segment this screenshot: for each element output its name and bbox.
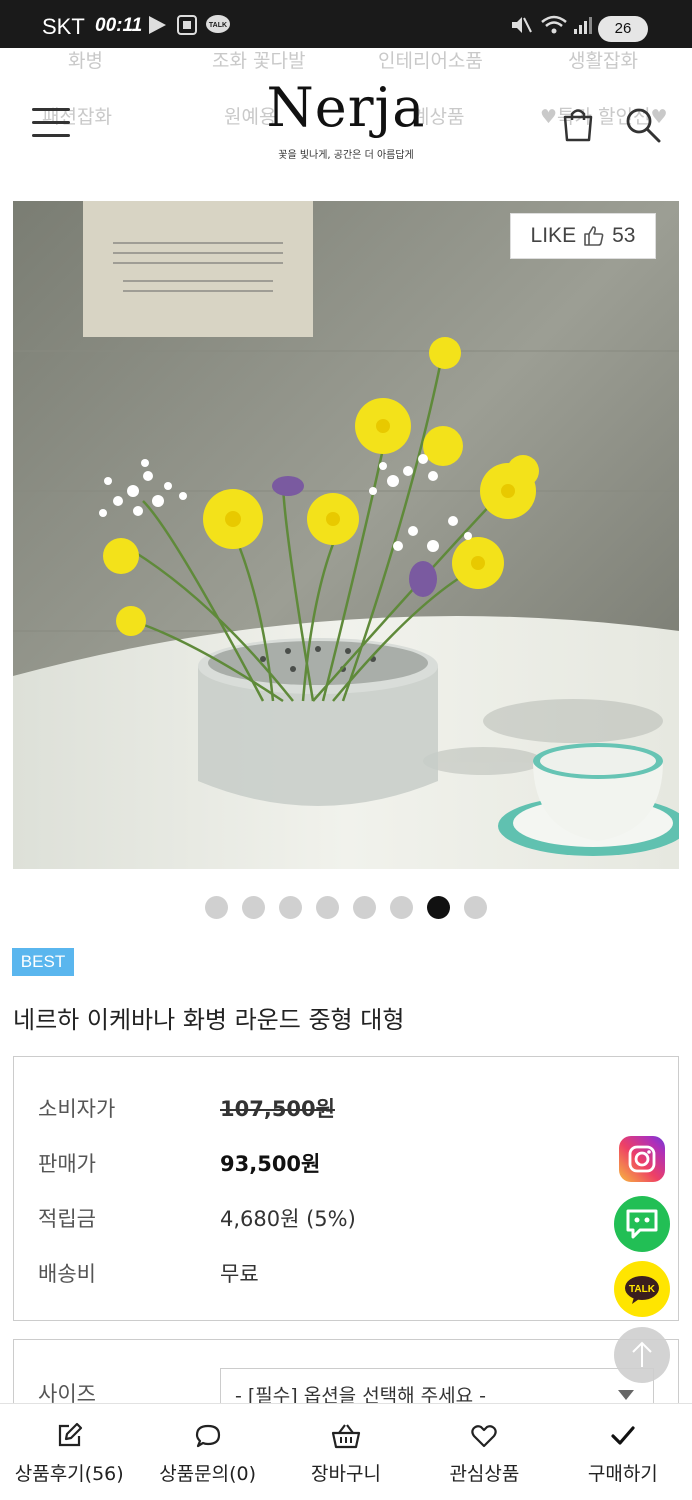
- site-header: 화병 조화 꽃다발 인테리어소품 생활잡화 패션잡화 원예용 계상품 ♥특가 할…: [0, 48, 692, 178]
- review-tab-label: 상품후기(56): [14, 1463, 124, 1485]
- kakaotalk-notification-icon: TALK: [206, 15, 230, 33]
- instagram-button[interactable]: [619, 1136, 665, 1182]
- price-info-box: 소비자가 107,500원 판매가 93,500원 적립금 4,680원 (5%…: [13, 1056, 679, 1321]
- edit-icon: [59, 1422, 83, 1447]
- pagination-dot[interactable]: [205, 896, 228, 919]
- price-row-shipping: 배송비 무료: [38, 1258, 638, 1288]
- pagination-dot[interactable]: [427, 896, 450, 919]
- retail-price-label: 소비자가: [38, 1097, 116, 1121]
- price-row-sale: 판매가 93,500원: [38, 1148, 638, 1178]
- product-photo[interactable]: LIKE 53: [13, 201, 679, 869]
- shipping-value: 무료: [220, 1262, 259, 1286]
- image-pagination: [0, 896, 692, 919]
- sale-price-value: 93,500원: [220, 1152, 321, 1176]
- svg-text:TALK: TALK: [209, 22, 227, 29]
- screenshot-icon: [177, 15, 197, 35]
- search-icon[interactable]: [624, 106, 662, 144]
- ghost-menu-item: 조화 꽃다발: [212, 50, 306, 72]
- arrow-up-icon: [632, 1341, 652, 1367]
- check-icon: [611, 1426, 635, 1445]
- wifi-icon: [541, 15, 567, 34]
- buy-now-tab[interactable]: 구매하기: [554, 1404, 692, 1500]
- inquiry-tab-label: 상품문의(0): [159, 1463, 257, 1485]
- bottom-action-bar: 상품후기(56) 상품문의(0) 장바구니 관심상품 구매하기: [0, 1403, 692, 1500]
- retail-price-value: 107,500원: [220, 1097, 335, 1121]
- kakaotalk-button[interactable]: TALK: [614, 1261, 670, 1317]
- pagination-dot[interactable]: [242, 896, 265, 919]
- pagination-dot[interactable]: [279, 896, 302, 919]
- basket-icon: [331, 1424, 361, 1449]
- thumbs-up-icon: [584, 226, 604, 246]
- carrier-label: SKT: [42, 14, 85, 39]
- kakao-talk-label: TALK: [629, 1284, 656, 1295]
- price-row-retail: 소비자가 107,500원: [38, 1093, 638, 1123]
- points-label: 적립금: [38, 1207, 96, 1231]
- vase-flowers-photo: [13, 201, 679, 869]
- pagination-dot[interactable]: [390, 896, 413, 919]
- kakaotalk-icon: TALK: [625, 1276, 659, 1304]
- like-label: LIKE: [530, 224, 577, 247]
- wishlist-tab-label: 관심상품: [449, 1463, 520, 1485]
- chat-button[interactable]: [614, 1196, 670, 1252]
- points-value: 4,680원 (5%): [220, 1207, 356, 1231]
- ghost-menu-item: 화병: [68, 50, 103, 72]
- pagination-dot[interactable]: [464, 896, 487, 919]
- play-icon: [149, 16, 166, 34]
- wishlist-tab[interactable]: 관심상품: [415, 1404, 553, 1500]
- scroll-to-top-button[interactable]: [614, 1327, 670, 1383]
- site-tagline: 꽃을 빛나게, 공간은 더 아름답게: [278, 150, 414, 161]
- pagination-dot[interactable]: [316, 896, 339, 919]
- ghost-menu-item: 생활잡화: [568, 50, 638, 72]
- review-tab[interactable]: 상품후기(56): [0, 1404, 138, 1500]
- like-count: 53: [612, 224, 636, 247]
- sale-price-label: 판매가: [38, 1152, 96, 1176]
- mute-icon: [512, 17, 532, 33]
- heart-icon: [471, 1425, 498, 1448]
- shipping-label: 배송비: [38, 1262, 96, 1286]
- like-button[interactable]: LIKE 53: [510, 213, 656, 259]
- chevron-down-icon: [618, 1390, 634, 1400]
- status-bar: SKT 00:11 TALK 26: [0, 0, 692, 48]
- clock: 00:11: [95, 15, 143, 36]
- signal-icon: [574, 17, 592, 34]
- speech-bubble-icon: [195, 1424, 220, 1448]
- product-title: 네르하 이케바나 화병 라운드 중형 대형: [13, 1006, 405, 1034]
- shopping-bag-icon[interactable]: [560, 106, 596, 142]
- cart-tab[interactable]: 장바구니: [277, 1404, 415, 1500]
- price-row-points: 적립금 4,680원 (5%): [38, 1203, 638, 1233]
- cart-tab-label: 장바구니: [311, 1463, 381, 1485]
- pagination-dot[interactable]: [353, 896, 376, 919]
- battery-indicator: 26: [598, 16, 648, 42]
- ghost-menu-item: 인테리어소품: [378, 50, 483, 72]
- inquiry-tab[interactable]: 상품문의(0): [138, 1404, 276, 1500]
- chat-bubble-icon: [626, 1209, 658, 1239]
- best-badge: BEST: [12, 948, 74, 976]
- buy-now-tab-label: 구매하기: [587, 1463, 658, 1485]
- instagram-icon: [628, 1145, 656, 1173]
